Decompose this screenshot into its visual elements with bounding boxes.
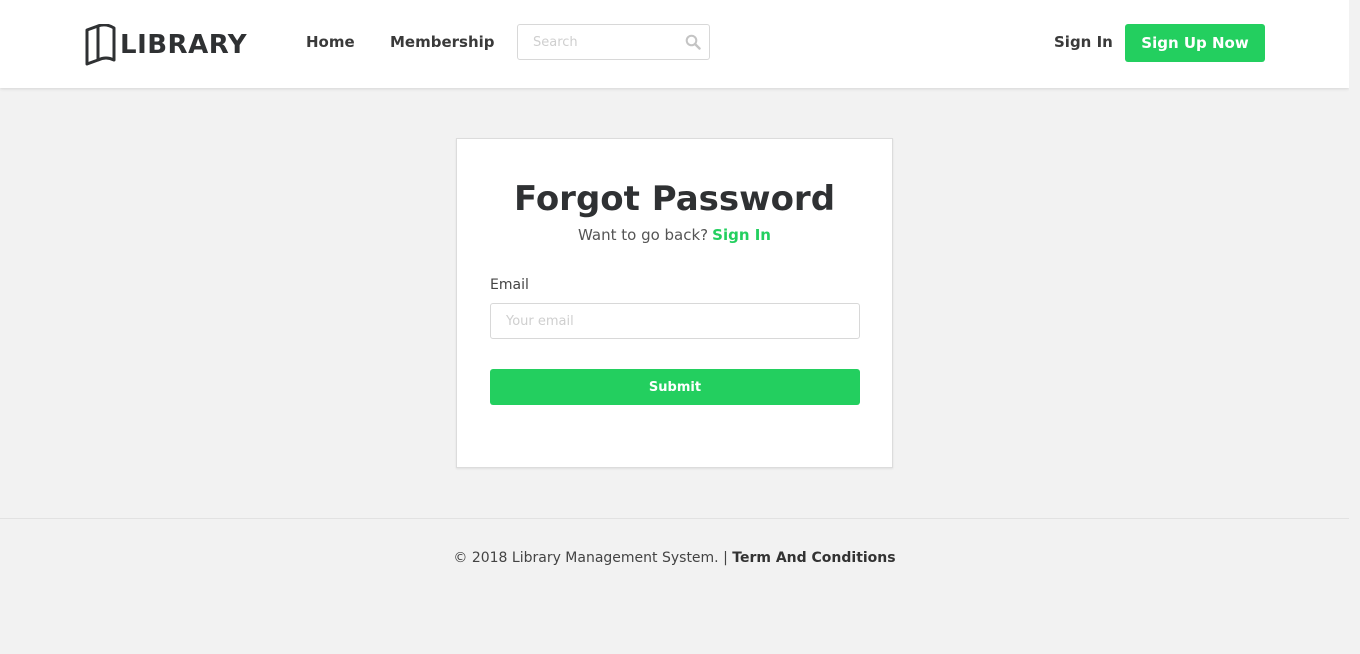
open-book-icon [84, 24, 116, 66]
forgot-password-card: Forgot Password Want to go back? Sign In … [456, 138, 893, 468]
email-label: Email [490, 277, 529, 293]
back-prompt-text: Want to go back? [578, 226, 709, 244]
back-sign-in-link[interactable]: Sign In [712, 226, 771, 244]
library-logo[interactable]: LIBRARY [84, 24, 247, 66]
footer-divider [0, 518, 1349, 519]
page-title: Forgot Password [513, 179, 836, 219]
logo-text: LIBRARY [120, 30, 248, 60]
page-scrollbar[interactable] [1349, 0, 1360, 654]
sign-up-button[interactable]: Sign Up Now [1125, 24, 1265, 62]
footer-copyright: © 2018 Library Management System. | [453, 550, 728, 566]
footer: © 2018 Library Management System. | Term… [0, 550, 1349, 566]
email-field[interactable] [490, 303, 860, 339]
terms-link[interactable]: Term And Conditions [732, 550, 895, 566]
search-icon[interactable] [685, 34, 701, 50]
nav-home-link[interactable]: Home [306, 33, 355, 51]
sign-in-link[interactable]: Sign In [1054, 33, 1113, 51]
search-box [517, 24, 710, 60]
submit-button[interactable]: Submit [490, 369, 860, 405]
search-input[interactable] [518, 25, 678, 59]
top-navbar: LIBRARY Home Membership Sign In Sign Up … [0, 0, 1349, 88]
back-prompt: Want to go back? Sign In [457, 226, 892, 244]
nav-membership-link[interactable]: Membership [390, 33, 495, 51]
